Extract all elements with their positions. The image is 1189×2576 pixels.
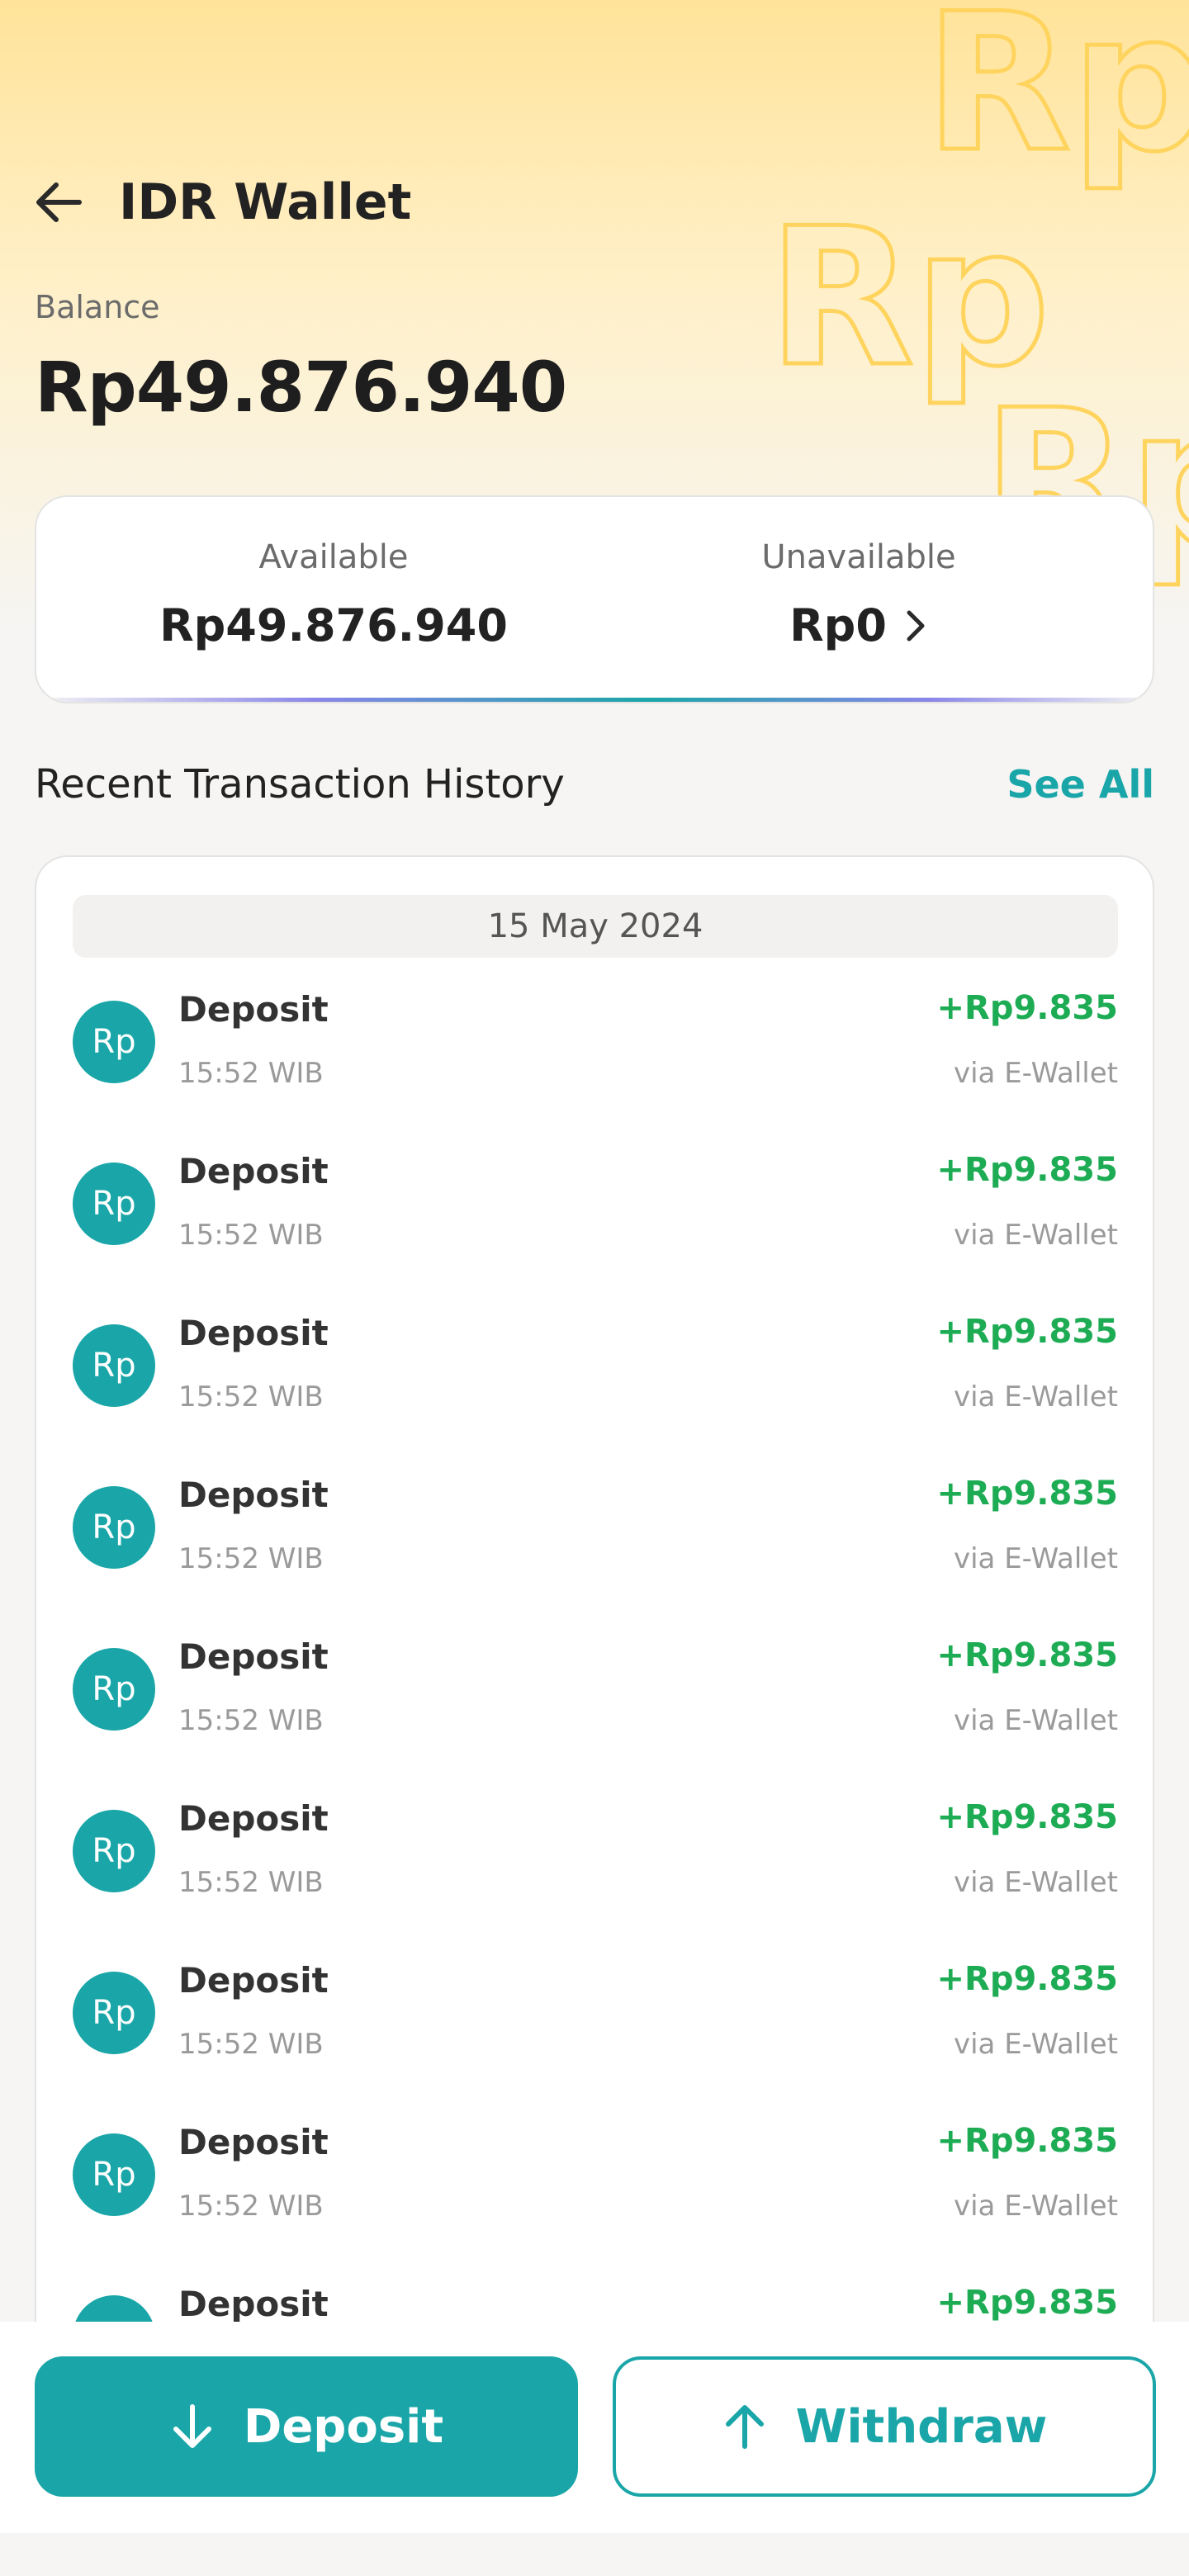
transaction-method: via E-Wallet — [953, 1219, 1118, 1252]
transaction-time: 15:52 WIB — [178, 2028, 324, 2061]
transaction-amount: +Rp9.835 — [936, 1798, 1118, 1836]
transaction-row[interactable]: Rp Deposit 15:52 WIB +Rp9.835 via E-Wallet — [73, 2122, 1118, 2254]
transaction-type: Deposit — [178, 1798, 329, 1839]
rp-avatar-icon: Rp — [73, 1972, 155, 2054]
transaction-type: Deposit — [178, 989, 329, 1030]
history-header: Recent Transaction History See All — [35, 751, 1154, 817]
back-button[interactable] — [33, 173, 91, 231]
transaction-time: 15:52 WIB — [178, 1057, 324, 1090]
balance-label: Balance — [35, 289, 160, 325]
transaction-amount: +Rp9.835 — [936, 1960, 1118, 1998]
available-value: Rp49.876.940 — [159, 599, 508, 651]
rp-avatar-icon: Rp — [73, 1810, 155, 1892]
balance-amount: Rp49.876.940 — [35, 347, 567, 428]
transaction-type: Deposit — [178, 1313, 329, 1353]
available-amount: Rp49.876.940 — [159, 599, 508, 651]
rp-avatar-icon: Rp — [73, 1163, 155, 1245]
transaction-method: via E-Wallet — [953, 1866, 1118, 1899]
transaction-method: via E-Wallet — [953, 1057, 1118, 1090]
withdraw-button-label: Withdraw — [795, 2399, 1048, 2454]
transaction-time: 15:52 WIB — [178, 1219, 324, 1252]
system-nav-area — [0, 2533, 1189, 2576]
rp-avatar-icon: Rp — [73, 1324, 155, 1407]
transaction-type: Deposit — [178, 1475, 329, 1515]
transaction-amount: +Rp9.835 — [936, 1475, 1118, 1513]
unavailable-amount: Rp0 — [789, 599, 887, 651]
rp-avatar-icon: Rp — [73, 1486, 155, 1569]
arrow-left-icon — [36, 182, 82, 222]
transaction-method: via E-Wallet — [953, 2190, 1118, 2223]
arrow-down-icon — [173, 2404, 211, 2448]
transaction-type: Deposit — [178, 1636, 329, 1677]
unavailable-label: Unavailable — [761, 538, 956, 576]
transaction-row[interactable]: Rp Deposit 15:52 WIB +Rp9.835 via E-Wallet — [73, 1475, 1118, 1607]
transaction-list-card: 15 May 2024 Rp Deposit 15:52 WIB +Rp9.835 vi… — [35, 855, 1154, 2424]
transaction-row[interactable]: Rp Deposit 15:52 WIB +Rp9.835 via E-Wallet — [73, 1636, 1118, 1769]
card-accent-bar — [36, 698, 1153, 702]
history-title: Recent Transaction History — [35, 761, 565, 807]
available-section: Available Rp49.876.940 — [69, 538, 598, 651]
transaction-amount: +Rp9.835 — [936, 1636, 1118, 1674]
bottom-action-bar: Deposit Withdraw — [0, 2322, 1189, 2533]
transaction-time: 15:52 WIB — [178, 1704, 324, 1737]
transaction-amount: +Rp9.835 — [936, 989, 1118, 1027]
transaction-type: Deposit — [178, 1151, 329, 1191]
svg-text:Rp: Rp — [925, 0, 1189, 194]
balance-summary-card: Available Rp49.876.940 Unavailable Rp0 — [35, 495, 1154, 703]
deposit-button[interactable]: Deposit — [35, 2356, 578, 2497]
rp-avatar-icon: Rp — [73, 2133, 155, 2216]
transaction-method: via E-Wallet — [953, 1704, 1118, 1737]
transaction-method: via E-Wallet — [953, 1542, 1118, 1575]
transaction-row[interactable]: Rp Deposit 15:52 WIB +Rp9.835 via E-Wallet — [73, 1798, 1118, 1930]
unavailable-section[interactable]: Unavailable Rp0 — [594, 538, 1123, 651]
transaction-row[interactable]: Rp Deposit 15:52 WIB +Rp9.835 via E-Wallet — [73, 1313, 1118, 1445]
header: IDR Wallet — [33, 165, 411, 239]
transaction-row[interactable]: Rp Deposit 15:52 WIB +Rp9.835 via E-Wallet — [73, 1960, 1118, 2092]
transaction-time: 15:52 WIB — [178, 1542, 324, 1575]
arrow-up-icon — [725, 2405, 764, 2449]
deposit-button-label: Deposit — [243, 2399, 444, 2454]
date-header: 15 May 2024 — [73, 895, 1118, 958]
transaction-row[interactable]: Rp Deposit 15:52 WIB +Rp9.835 via E-Wallet — [73, 1151, 1118, 1283]
rp-avatar-icon: Rp — [73, 1001, 155, 1083]
available-label: Available — [258, 538, 409, 576]
see-all-link[interactable]: See All — [1007, 762, 1154, 807]
transaction-time: 15:52 WIB — [178, 1866, 324, 1899]
transaction-row[interactable]: Rp Deposit 15:52 WIB +Rp9.835 via E-Wallet — [73, 989, 1118, 1121]
unavailable-value[interactable]: Rp0 — [789, 599, 928, 651]
transaction-type: Deposit — [178, 2122, 329, 2162]
transaction-amount: +Rp9.835 — [936, 1151, 1118, 1189]
page-title: IDR Wallet — [119, 173, 412, 231]
transaction-time: 15:52 WIB — [178, 1380, 324, 1413]
transaction-amount: +Rp9.835 — [936, 1313, 1118, 1351]
transaction-method: via E-Wallet — [953, 2028, 1118, 2061]
transaction-amount: +Rp9.835 — [936, 2122, 1118, 2160]
rp-avatar-icon: Rp — [73, 1648, 155, 1731]
transaction-method: via E-Wallet — [953, 1380, 1118, 1413]
withdraw-button[interactable]: Withdraw — [613, 2356, 1156, 2497]
transaction-type: Deposit — [178, 1960, 329, 2001]
transaction-amount: +Rp9.835 — [936, 2284, 1118, 2322]
chevron-right-icon — [907, 610, 925, 641]
transaction-type: Deposit — [178, 2284, 329, 2324]
transaction-time: 15:52 WIB — [178, 2190, 324, 2223]
